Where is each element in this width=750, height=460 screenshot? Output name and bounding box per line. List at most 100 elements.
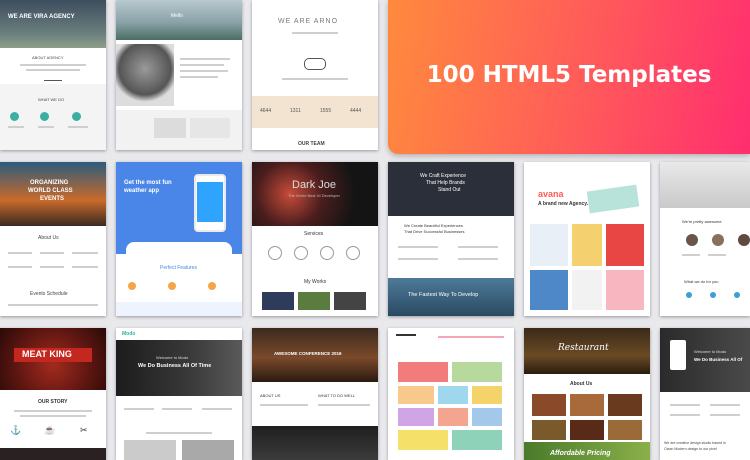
dish-photo [608, 394, 642, 416]
portfolio-item [572, 224, 602, 266]
hero-card-image [586, 184, 640, 214]
business-card-image [154, 118, 186, 138]
anchor-icon: ⚓ [10, 425, 22, 435]
phone-mockup [670, 340, 686, 370]
hero-headline-line2: We Do Business All Of Time [138, 363, 212, 369]
cup-icon: ☕ [44, 425, 56, 435]
hero-headline-line3: EVENTS [40, 196, 65, 202]
grid-card [472, 386, 502, 404]
section-title-about: About Us [570, 381, 593, 387]
section-title-features: Perfect Features [160, 265, 197, 271]
template-thumbnail-craft-experience[interactable]: We Craft Experience That Help Brands Sta… [388, 162, 514, 316]
template-thumbnail-dark-joe[interactable]: Dark Joe The World Best UI Developer Ser… [252, 162, 378, 316]
section-title-services: Services [304, 231, 324, 237]
bicycle-illustration [304, 58, 326, 70]
template-thumbnail-events[interactable]: ORGANIZING WORLD CLASS EVENTS About Us E… [0, 162, 106, 316]
cloud-illustration [126, 242, 232, 258]
brand-name: avana [538, 189, 564, 199]
template-thumbnail-restaurant[interactable]: Restaurant About Us Affordable Pricing [524, 328, 650, 460]
dish-photo [532, 394, 566, 416]
section-title-about: ABOUT AGENCY [32, 55, 64, 60]
section-title-works: My Works [304, 279, 327, 285]
template-thumbnail-arno[interactable]: WE ARE ARNO 4644 1311 1555 4444 OUR TEAM [252, 0, 378, 150]
template-thumbnail-conference[interactable]: AWESOME CONFERENCE 2016 ABOUT US WHAT TO… [252, 328, 378, 460]
portfolio-item [606, 224, 644, 266]
hero-headline-line1: Welcome to Modo [156, 355, 189, 360]
hero-title: Dark Joe [292, 179, 337, 191]
dish-photo [570, 394, 604, 416]
template-thumbnail-awesome-team[interactable]: We're pretty awesome What we do for you [660, 162, 750, 316]
stat-value: 1555 [320, 108, 332, 114]
feature-icon [208, 282, 216, 290]
grid-card [398, 430, 448, 450]
section-title-story: OUR STORY [38, 399, 68, 405]
portfolio-item [606, 270, 644, 310]
hero-headline-line3: Stand Out [438, 187, 461, 193]
template-thumbnail-vira-agency[interactable]: WE ARE VIRA AGENCY ABOUT AGENCY WHAT WE … [0, 0, 106, 150]
section-title-what: WHAT TO DO WELL [318, 393, 356, 398]
feature-icon [168, 282, 176, 290]
service-icon [320, 246, 334, 260]
brand-name: Mello [171, 13, 183, 19]
section-title-services: What we do for you [684, 279, 719, 284]
service-icon [294, 246, 308, 260]
grid-card [452, 362, 502, 382]
hero-mountain-image [116, 0, 242, 40]
intro-line2: That Drive Successful Businesses [404, 229, 465, 234]
hero-title: MEAT KING [22, 349, 72, 359]
template-thumbnail-meat-king[interactable]: MEAT KING OUR STORY ⚓ ☕ ✂ [0, 328, 106, 460]
hero-headline-line2: WORLD CLASS [28, 188, 73, 194]
stat-value: 4444 [350, 108, 362, 114]
portfolio-item [572, 270, 602, 310]
intro-line1: We Create Beautiful Experiences [404, 223, 463, 228]
hero-image [0, 0, 106, 48]
team-avatar [738, 234, 750, 246]
template-thumbnail-weather-app[interactable]: Get the most fun weather app Perfect Fea… [116, 162, 242, 316]
work-thumbnail [298, 292, 330, 310]
footer-text-line1: We are creative design studio based in [664, 441, 726, 445]
hero-headline-line1: Welcome to Modo [694, 349, 727, 354]
signature [44, 74, 62, 81]
section-title-what: WHAT WE DO [38, 97, 65, 102]
stat-value: 1311 [290, 108, 301, 114]
grid-card [438, 408, 468, 426]
work-thumbnail [334, 292, 366, 310]
banner: 100 HTML5 Templates [388, 0, 750, 154]
service-icon [710, 292, 716, 298]
dish-photo [608, 420, 642, 440]
hero-image [660, 162, 750, 208]
portrait-photo [116, 44, 174, 106]
grid-card [398, 386, 434, 404]
portfolio-item [530, 270, 568, 310]
team-avatar [686, 234, 698, 246]
hero-headline-line2: That Help Brands [426, 180, 465, 186]
template-thumbnail-modo[interactable]: Modo Welcome to Modo We Do Business All … [116, 328, 242, 460]
hero-headline: WE ARE VIRA AGENCY [8, 14, 75, 20]
hero-title: AWESOME CONFERENCE 2016 [274, 351, 342, 356]
service-icon [268, 246, 282, 260]
stat-value: 4644 [260, 108, 272, 114]
grid-card [398, 408, 434, 426]
template-thumbnail-modo-phone[interactable]: Welcome to Modo We Do Business All Of We… [660, 328, 750, 460]
content-image [124, 440, 176, 460]
grid-card [438, 386, 468, 404]
cta-text: The Fastest Way To Develop [408, 292, 479, 298]
service-icon [346, 246, 360, 260]
section-title-about: ABOUT US [260, 393, 281, 398]
hero-subtitle: The World Best UI Developer [288, 193, 340, 198]
business-card-image [190, 118, 230, 138]
service-icon [72, 112, 81, 121]
template-thumbnail-avana[interactable]: avana A brand new Agency. [524, 162, 650, 316]
phone-screen [197, 182, 223, 222]
template-thumbnail-color-grid[interactable] [388, 328, 514, 460]
hero-headline-line1: Get the most fun [124, 180, 172, 186]
section-title-schedule: Events Schedule [30, 291, 68, 297]
grid-card [398, 362, 448, 382]
feature-icon [128, 282, 136, 290]
work-thumbnail [262, 292, 294, 310]
hero-headline-line1: ORGANIZING [30, 180, 69, 186]
service-icon [10, 112, 19, 121]
hero-title: Restaurant [558, 343, 609, 353]
template-thumbnail-mello[interactable]: Mello [116, 0, 242, 150]
service-icon [734, 292, 740, 298]
